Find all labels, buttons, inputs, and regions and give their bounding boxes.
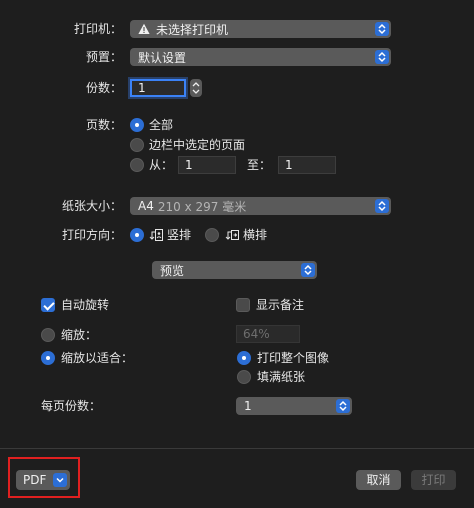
pages-to-input[interactable]: 1 bbox=[278, 156, 336, 174]
section-popup[interactable]: 预览 bbox=[152, 261, 317, 279]
landscape-orientation-icon bbox=[224, 227, 240, 246]
scale-to-fit-label: 缩放以适合： bbox=[61, 351, 134, 365]
pages-all-label: 全部 bbox=[149, 118, 174, 132]
show-notes-label: 显示备注 bbox=[256, 298, 305, 312]
footer-divider bbox=[0, 448, 474, 449]
scale-label: 缩放： bbox=[61, 328, 98, 342]
portrait-orientation-icon bbox=[148, 227, 164, 246]
copies-label: 份数： bbox=[85, 81, 122, 95]
pages-from-label: 从： bbox=[149, 158, 174, 172]
pages-per-sheet-label: 每页份数： bbox=[41, 399, 102, 413]
pages-selection-label: 边栏中选定的页面 bbox=[149, 138, 246, 152]
paper-size-name: A4 bbox=[138, 199, 154, 213]
printer-label: 打印机： bbox=[73, 22, 122, 36]
pages-to-label: 至： bbox=[247, 158, 272, 172]
chevron-updown-icon bbox=[301, 263, 315, 277]
chevron-updown-icon bbox=[375, 50, 389, 64]
orientation-label: 打印方向： bbox=[61, 228, 122, 242]
copies-stepper[interactable] bbox=[190, 79, 202, 97]
scale-radio[interactable] bbox=[41, 328, 55, 342]
print-entire-image-radio[interactable] bbox=[237, 351, 251, 365]
paper-size-detail: 210 x 297 毫米 bbox=[157, 199, 247, 214]
auto-rotate-checkbox[interactable] bbox=[41, 298, 55, 312]
print-button[interactable]: 打印 bbox=[411, 470, 456, 490]
pages-all-radio[interactable] bbox=[130, 118, 144, 132]
printer-value: 未选择打印机 bbox=[156, 22, 229, 37]
stepper-arrows-icon bbox=[192, 82, 200, 94]
pages-per-sheet-popup[interactable]: 1 bbox=[236, 397, 352, 415]
chevron-updown-icon bbox=[375, 199, 389, 213]
pages-per-sheet-value: 1 bbox=[244, 399, 252, 413]
auto-rotate-label: 自动旋转 bbox=[61, 298, 110, 312]
print-entire-image-label: 打印整个图像 bbox=[257, 351, 330, 365]
section-popup-value: 预览 bbox=[160, 263, 185, 278]
chevron-updown-icon bbox=[375, 22, 389, 36]
orientation-landscape-label: 横排 bbox=[243, 228, 268, 242]
pages-from-input[interactable]: 1 bbox=[178, 156, 236, 174]
pdf-button-label: PDF bbox=[23, 473, 47, 487]
preset-label: 预置： bbox=[85, 50, 122, 64]
copies-input[interactable]: 1 bbox=[130, 79, 186, 97]
orientation-landscape-radio[interactable] bbox=[205, 228, 219, 242]
warning-triangle-icon bbox=[138, 23, 150, 35]
orientation-portrait-label: 竖排 bbox=[167, 228, 192, 242]
orientation-portrait-radio[interactable] bbox=[130, 228, 144, 242]
pages-selection-radio[interactable] bbox=[130, 138, 144, 152]
preset-value: 默认设置 bbox=[138, 50, 187, 65]
pdf-menu-button[interactable]: PDF bbox=[16, 470, 70, 490]
paper-size-popup[interactable]: A4 210 x 297 毫米 bbox=[130, 197, 391, 215]
chevron-updown-icon bbox=[336, 399, 350, 413]
printer-popup[interactable]: 未选择打印机 bbox=[130, 20, 391, 38]
pages-label: 页数： bbox=[85, 118, 122, 132]
paper-size-label: 纸张大小： bbox=[61, 199, 122, 213]
fill-paper-radio[interactable] bbox=[237, 370, 251, 384]
chevron-down-icon bbox=[53, 473, 67, 487]
scale-to-fit-radio[interactable] bbox=[41, 351, 55, 365]
scale-input[interactable]: 64% bbox=[236, 325, 300, 343]
fill-paper-label: 填满纸张 bbox=[257, 370, 306, 384]
pages-from-radio[interactable] bbox=[130, 158, 144, 172]
preset-popup[interactable]: 默认设置 bbox=[130, 48, 391, 66]
show-notes-checkbox[interactable] bbox=[236, 298, 250, 312]
cancel-button[interactable]: 取消 bbox=[356, 470, 401, 490]
